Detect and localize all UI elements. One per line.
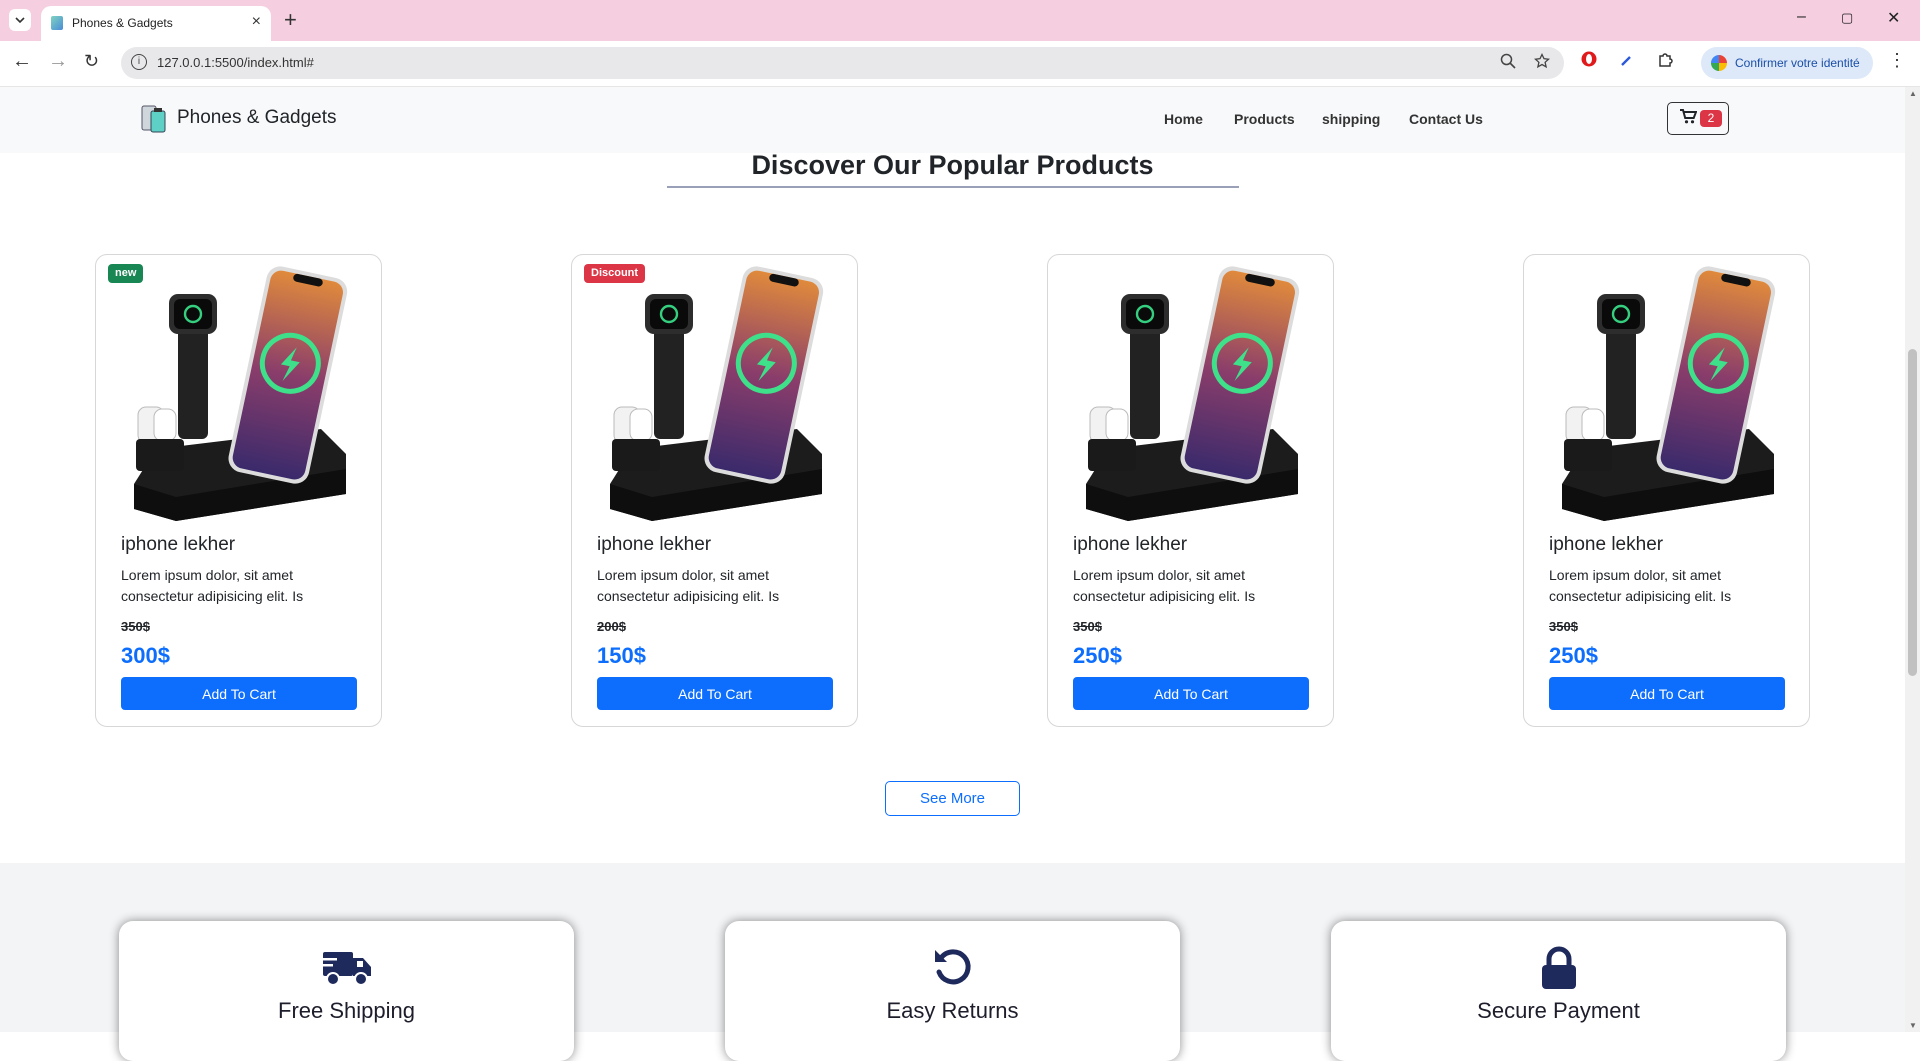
product-badge: new (108, 264, 144, 283)
forward-arrow-icon[interactable]: → (48, 50, 68, 73)
restore-window-button[interactable]: ▢ (1841, 10, 1853, 26)
product-price: 250$ (1073, 643, 1122, 668)
scrollbar-thumb[interactable] (1908, 349, 1917, 676)
feature-card-returns: Easy Returns (725, 921, 1180, 1061)
rotate-left-icon-wrap (725, 946, 1180, 993)
product-price: 150$ (597, 643, 646, 668)
product-description: Lorem ipsum dolor, sit amet consectetur … (1549, 567, 1732, 604)
scroll-up-arrow-icon[interactable]: ▲ (1909, 89, 1917, 98)
product-name[interactable]: iphone lekher (1073, 534, 1187, 556)
product-old-price: 200$ (597, 619, 626, 634)
product-name[interactable]: iphone lekher (121, 534, 235, 556)
zoom-icon[interactable] (1500, 53, 1516, 69)
tab-title: Phones & Gadgets (72, 16, 173, 30)
minimize-window-button[interactable]: – (1797, 8, 1806, 26)
product-price: 300$ (121, 643, 170, 668)
rotate-left-icon (934, 949, 971, 985)
site-navbar: Phones & Gadgets Home Products shipping … (0, 87, 1905, 153)
see-more-button[interactable]: See More (885, 781, 1020, 816)
shopping-cart-icon (1680, 109, 1697, 124)
product-card-1: new iphone lekher Lorem ipsum dolor, sit… (95, 254, 382, 727)
site-info-icon[interactable]: i (131, 54, 147, 70)
product-old-price: 350$ (1073, 619, 1102, 634)
product-price: 250$ (1549, 643, 1598, 668)
product-description: Lorem ipsum dolor, sit amet consectetur … (597, 567, 780, 604)
product-description: Lorem ipsum dolor, sit amet consectetur … (1073, 567, 1256, 604)
close-tab-icon[interactable]: × (252, 13, 261, 31)
product-badge: Discount (584, 264, 646, 283)
product-card-4: iphone lekher Lorem ipsum dolor, sit ame… (1523, 254, 1810, 727)
cart-count-badge: 2 (1700, 110, 1722, 127)
feature-title: Secure Payment (1477, 998, 1640, 1023)
title-underline (667, 186, 1239, 188)
charging-dock-product-image (1562, 266, 1776, 521)
site-favicon-icon (51, 16, 63, 30)
reload-icon[interactable]: ↻ (84, 51, 99, 72)
nav-link-shipping[interactable]: shipping (1322, 111, 1380, 127)
feature-card-shipping: Free Shipping (119, 921, 574, 1061)
section-title: Discover Our Popular Products (751, 150, 1154, 180)
browser-tab-bar: Phones & Gadgets × + – ▢ ✕ (0, 0, 1920, 41)
chevron-down-icon (15, 16, 25, 23)
truck-icon-wrap (119, 946, 574, 993)
truck-icon (320, 952, 371, 986)
charging-dock-product-image (1086, 266, 1300, 521)
nav-link-home[interactable]: Home (1164, 111, 1203, 127)
google-account-icon (1711, 55, 1727, 71)
brand-name[interactable]: Phones & Gadgets (177, 107, 337, 129)
product-old-price: 350$ (1549, 619, 1578, 634)
omnibox-actions (1500, 52, 1550, 70)
lock-icon (1541, 946, 1576, 989)
add-to-cart-button[interactable]: Add To Cart (1073, 677, 1309, 710)
address-bar[interactable]: i 127.0.0.1:5500/index.html# (121, 47, 1564, 79)
brand-logo-icon[interactable] (141, 103, 167, 133)
page-scrollbar[interactable]: ▲ ▼ (1905, 87, 1920, 1032)
product-old-price: 350$ (121, 619, 150, 634)
browser-menu-icon[interactable]: ⋮ (1888, 50, 1906, 71)
lock-icon-wrap (1331, 946, 1786, 995)
tab-search-button[interactable] (9, 9, 31, 31)
profile-identity-button[interactable]: Confirmer votre identité (1701, 47, 1873, 79)
add-to-cart-button[interactable]: Add To Cart (121, 677, 357, 710)
add-to-cart-button[interactable]: Add To Cart (597, 677, 833, 710)
url-text: 127.0.0.1:5500/index.html# (157, 55, 314, 70)
product-card-2: Discount iphone lekher Lorem ipsum dolor… (571, 254, 858, 727)
nav-link-products[interactable]: Products (1234, 111, 1295, 127)
cart-button[interactable]: 2 (1667, 102, 1729, 135)
scroll-down-arrow-icon[interactable]: ▼ (1909, 1021, 1917, 1030)
back-arrow-icon[interactable]: ← (12, 50, 32, 73)
feature-title: Easy Returns (886, 998, 1019, 1023)
close-window-button[interactable]: ✕ (1887, 8, 1900, 28)
browser-toolbar: ← → ↻ i 127.0.0.1:5500/index.html# Confi… (0, 41, 1920, 87)
feature-card-payment: Secure Payment (1331, 921, 1786, 1061)
product-name[interactable]: iphone lekher (1549, 534, 1663, 556)
feature-title: Free Shipping (278, 998, 415, 1023)
product-name[interactable]: iphone lekher (597, 534, 711, 556)
opera-extension-icon[interactable] (1580, 50, 1598, 68)
pen-extension-icon[interactable] (1620, 53, 1634, 67)
add-to-cart-button[interactable]: Add To Cart (1549, 677, 1785, 710)
extensions-puzzle-icon[interactable] (1657, 50, 1675, 68)
new-tab-button[interactable]: + (284, 7, 297, 33)
browser-tab-active[interactable]: Phones & Gadgets × (41, 6, 271, 41)
nav-link-contact[interactable]: Contact Us (1409, 111, 1483, 127)
profile-label: Confirmer votre identité (1735, 56, 1860, 70)
product-card-3: iphone lekher Lorem ipsum dolor, sit ame… (1047, 254, 1334, 727)
charging-dock-product-image (134, 266, 348, 521)
bookmark-star-icon[interactable] (1534, 52, 1550, 69)
product-description: Lorem ipsum dolor, sit amet consectetur … (121, 567, 304, 604)
charging-dock-product-image (610, 266, 824, 521)
